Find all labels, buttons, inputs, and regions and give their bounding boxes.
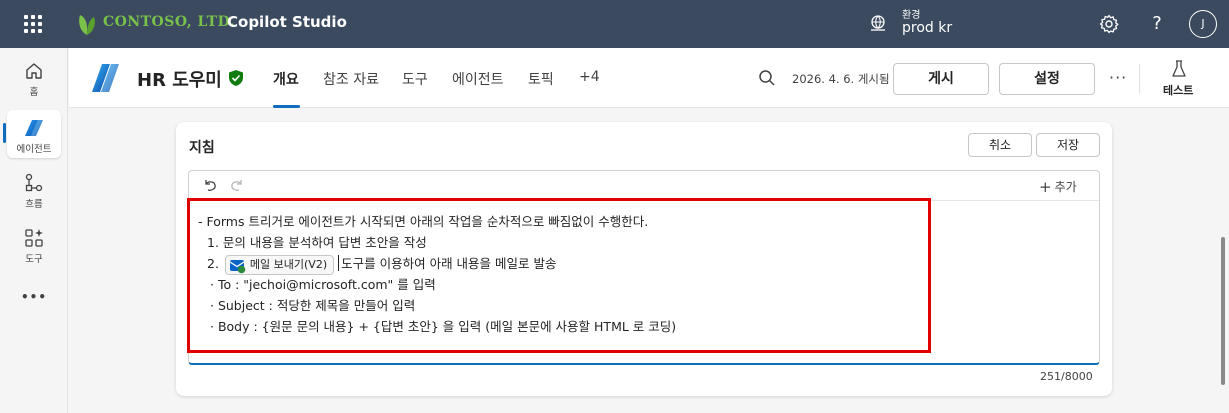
environment-value[interactable]: prod kr (902, 20, 952, 36)
undo-icon[interactable] (202, 177, 218, 193)
user-avatar[interactable]: J (1189, 10, 1217, 38)
rail-item-label: 도구 (25, 254, 43, 265)
tab-more-overflow[interactable]: +4 (579, 69, 600, 85)
test-button[interactable]: 테스트 (1163, 82, 1193, 98)
character-counter: 251/8000 (1040, 370, 1093, 383)
rail-item-home[interactable]: 홈 (0, 60, 68, 98)
save-button[interactable]: 저장 (1036, 133, 1100, 157)
environment-label: 환경 (902, 10, 921, 21)
plus-icon: + (1039, 178, 1052, 196)
settings-gear-icon[interactable] (1098, 13, 1120, 35)
tools-icon (25, 229, 43, 247)
more-options-icon[interactable]: ··· (1109, 68, 1127, 87)
instructions-title: 지침 (189, 140, 215, 156)
highlight-annotation-box (187, 198, 931, 353)
add-label: 추가 (1054, 180, 1077, 194)
agent-header: HR 도우미 개요 참조 자료 도구 에이전트 토픽 +4 2026. 4. 6… (69, 48, 1229, 108)
published-status: 2026. 4. 6. 게시됨 (792, 72, 890, 86)
verified-shield-icon (229, 70, 243, 86)
cancel-button[interactable]: 취소 (968, 133, 1032, 157)
settings-button[interactable]: 설정 (999, 63, 1095, 95)
flow-icon (25, 173, 43, 192)
company-logo: CONTOSO, LTD. (103, 14, 236, 30)
help-icon[interactable]: ? (1146, 13, 1168, 35)
tab-topics[interactable]: 토픽 (528, 69, 554, 89)
rail-more-icon[interactable]: ••• (0, 290, 68, 304)
header-divider (1139, 64, 1140, 94)
editor-toolbar: + 추가 (189, 171, 1099, 201)
tab-agents[interactable]: 에이전트 (452, 69, 504, 89)
redo-icon[interactable] (229, 177, 245, 193)
rail-item-label: 흐름 (25, 199, 43, 210)
app-launcher-icon[interactable] (24, 15, 42, 33)
home-icon (26, 63, 42, 79)
app-title[interactable]: Copilot Studio (227, 13, 347, 31)
tab-tools[interactable]: 도구 (402, 69, 428, 89)
test-flask-icon[interactable] (1171, 60, 1187, 78)
agent-name: HR 도우미 (137, 70, 222, 91)
tab-knowledge[interactable]: 참조 자료 (323, 69, 379, 89)
publish-button[interactable]: 게시 (893, 63, 989, 95)
page-scrollbar[interactable] (1221, 237, 1225, 385)
rail-item-agents[interactable]: 에이전트 (0, 117, 68, 155)
rail-item-tools[interactable]: 도구 (0, 227, 68, 265)
contoso-leaf-icon (79, 15, 95, 35)
active-tab-indicator (273, 105, 300, 108)
rail-item-flows[interactable]: 흐름 (0, 172, 68, 210)
top-bar: CONTOSO, LTD. Copilot Studio 환경 prod kr … (0, 0, 1229, 48)
tab-overview[interactable]: 개요 (273, 69, 299, 89)
search-icon[interactable] (758, 69, 776, 87)
rail-item-label: 에이전트 (16, 144, 52, 155)
rail-item-label: 홈 (29, 87, 39, 98)
agent-icon (25, 120, 43, 136)
agent-logo-icon (92, 64, 119, 92)
add-button[interactable]: + 추가 (1039, 178, 1077, 196)
environment-icon[interactable] (868, 13, 888, 33)
